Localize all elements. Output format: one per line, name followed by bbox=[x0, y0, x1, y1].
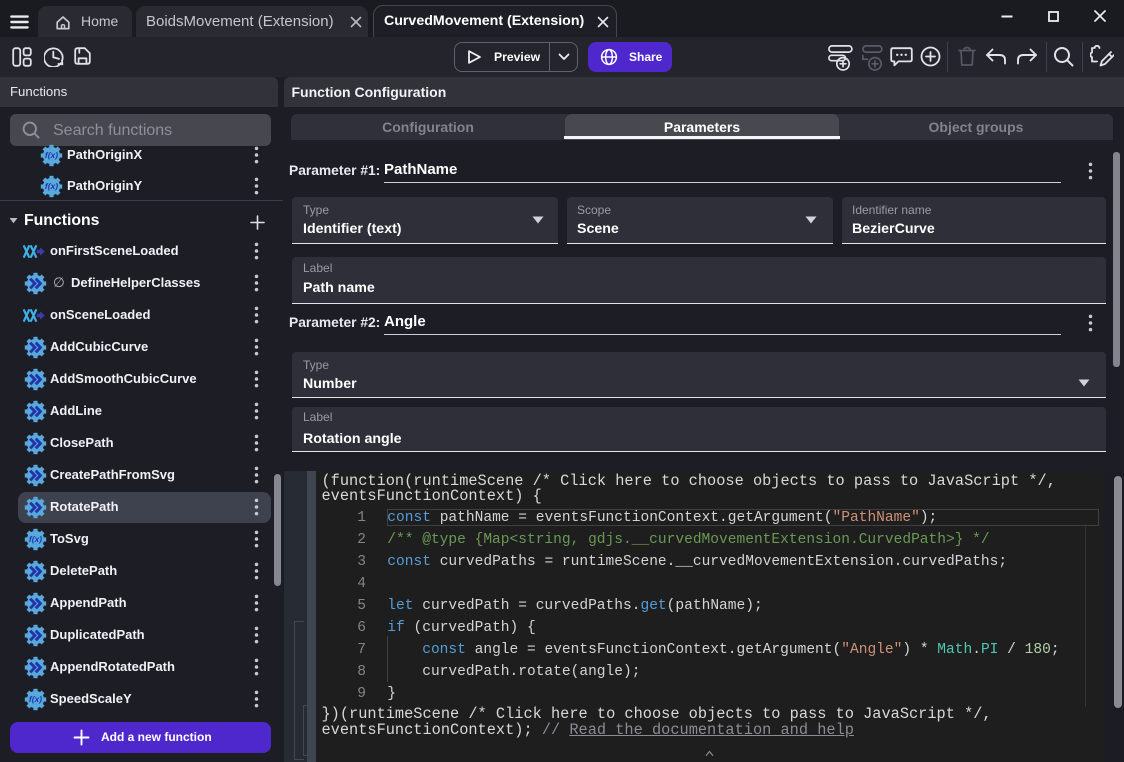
svg-text:f(x): f(x) bbox=[45, 181, 58, 191]
svg-text:f(x): f(x) bbox=[45, 150, 58, 160]
svg-text:f(x): f(x) bbox=[29, 694, 42, 704]
svg-text:f(x): f(x) bbox=[29, 534, 42, 544]
